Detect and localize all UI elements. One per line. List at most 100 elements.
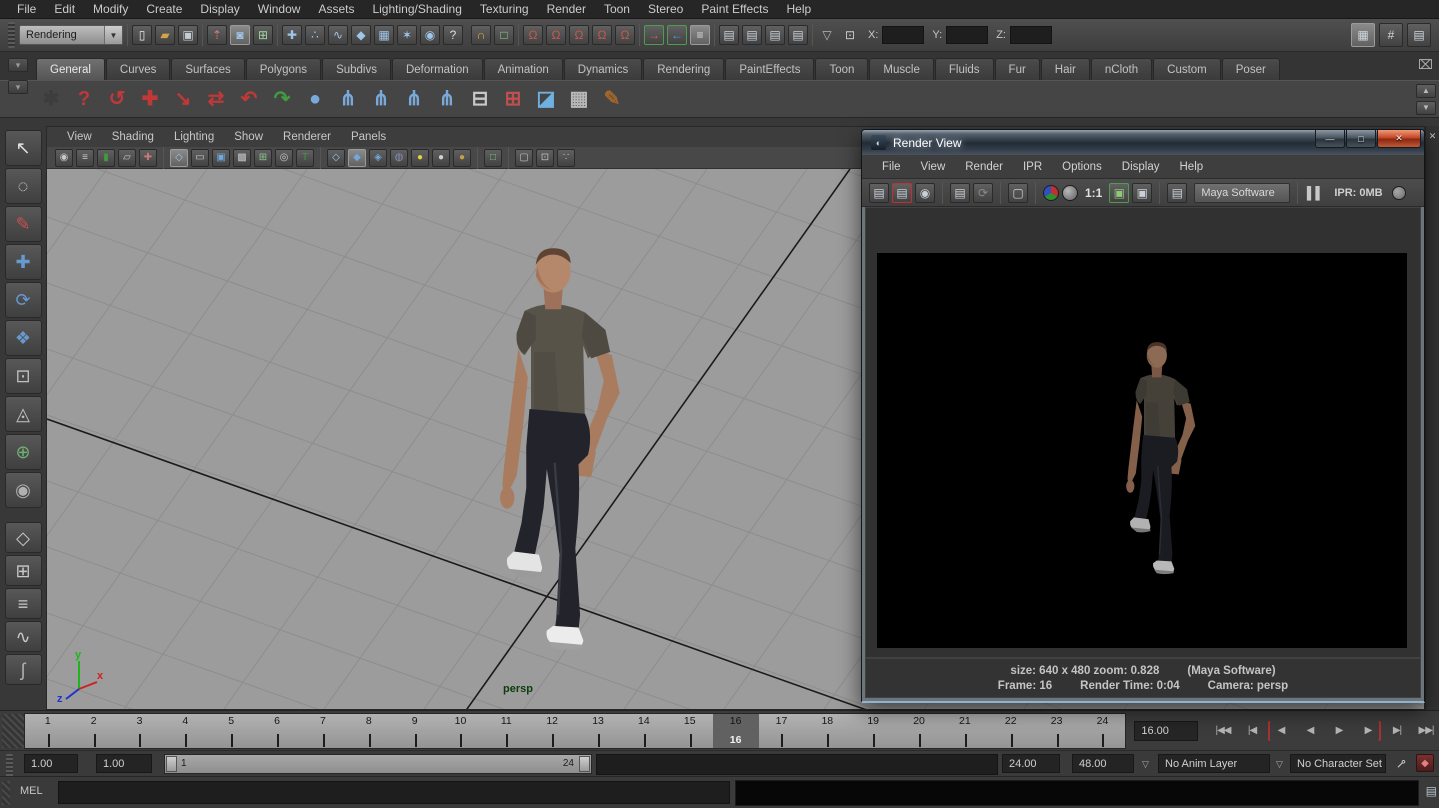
toolbar-grip[interactable] [8,22,15,48]
viewport-menu-show[interactable]: Show [224,131,273,143]
textured-mode-icon[interactable]: ◈ [369,149,387,167]
menu-display[interactable]: Display [191,2,248,16]
timeline-frame-9[interactable]: 9 [392,714,438,748]
menu-set-dropdown-icon[interactable]: ▼ [104,26,122,44]
isolate-select-icon[interactable]: □ [484,149,502,167]
menu-create[interactable]: Create [137,2,191,16]
render-view-menu-display[interactable]: Display [1112,161,1170,173]
ipr-render-icon[interactable]: ▤ [950,183,970,203]
shelf-tab-poser[interactable]: Poser [1222,58,1280,80]
timeline-frame-19[interactable]: 19 [850,714,896,748]
open-render-settings-icon[interactable]: ▤ [1167,183,1187,203]
timeline-frame-13[interactable]: 13 [575,714,621,748]
timeline-frame-14[interactable]: 14 [621,714,667,748]
render-current-frame-icon[interactable]: ▤ [892,183,912,203]
step-forward-frame-button[interactable]: ▶ [1355,721,1381,741]
menu-toon[interactable]: Toon [595,2,639,16]
wireframe-mode-icon[interactable]: ◇ [327,149,345,167]
timeline-frame-22[interactable]: 22 [988,714,1034,748]
animation-start-field[interactable] [24,754,78,773]
open-render-view-icon[interactable]: ▤ [719,25,739,45]
character-set-dropdown-icon[interactable]: ▽ [1276,759,1283,770]
character-model[interactable] [455,241,645,653]
menu-lighting-shading[interactable]: Lighting/Shading [363,2,470,16]
redo-previous-render-icon[interactable]: ▤ [869,183,889,203]
keep-image-icon[interactable]: ▣ [1109,183,1129,203]
unparent-icon[interactable]: ⋔ [432,83,462,115]
shelf-tab-toon[interactable]: Toon [815,58,868,80]
timeline-frame-11[interactable]: 11 [483,714,529,748]
shelf-tab-ncloth[interactable]: nCloth [1091,58,1152,80]
last-tool-icon[interactable]: ◉ [5,472,42,508]
all-lights-icon[interactable]: ● [411,149,429,167]
anim-layer-field[interactable]: No Anim Layer [1158,754,1270,773]
refresh-ipr-icon[interactable]: ⟳ [973,183,993,203]
menu-stereo[interactable]: Stereo [639,2,692,16]
render-view-menu-render[interactable]: Render [955,161,1013,173]
help-icon[interactable]: ? [69,83,99,115]
timeline-frame-15[interactable]: 15 [667,714,713,748]
wireframe-on-shaded-icon[interactable]: ⊡ [536,149,554,167]
timeline-frame-16[interactable]: 1616 [713,714,759,748]
minimize-button[interactable]: — [1315,130,1345,148]
move-tool-icon[interactable]: ✚ [5,244,42,280]
shelf-tab-rendering[interactable]: Rendering [643,58,724,80]
parent-icon[interactable]: ⋔ [366,83,396,115]
tool-settings-toggle[interactable]: # [1379,23,1403,47]
real-size-label[interactable]: 1:1 [1085,186,1102,200]
rgb-channels-icon[interactable] [1043,185,1059,201]
timeline-frame-18[interactable]: 18 [804,714,850,748]
viewport-menu-panels[interactable]: Panels [341,131,396,143]
current-time-field[interactable]: 16.00 [1134,721,1198,741]
render-view-menu-options[interactable]: Options [1052,161,1112,173]
viewport-menu-lighting[interactable]: Lighting [164,131,224,143]
timeline-frame-8[interactable]: 8 [346,714,392,748]
menu-help[interactable]: Help [778,2,821,16]
camera-zoom-icon[interactable]: ⇄ [201,83,231,115]
timeline-frame-3[interactable]: 3 [117,714,163,748]
y-coordinate-input[interactable] [946,26,988,44]
attribute-editor-toggle[interactable]: ▦ [1351,23,1375,47]
shelf-tab-fluids[interactable]: Fluids [935,58,994,80]
paint-select-tool-icon[interactable]: ✎ [5,206,42,242]
time-slider-grip[interactable] [2,714,24,748]
rotate-tool-icon[interactable]: ⟳ [5,282,42,318]
timeline-frame-1[interactable]: 1 [25,714,71,748]
shelf-tab-general[interactable]: General [36,58,105,80]
timeline-frame-2[interactable]: 2 [71,714,117,748]
select-rendering-mask-icon[interactable]: ◉ [420,25,440,45]
paint-effects-panel-icon[interactable]: ʃ [5,654,42,685]
timeline-frame-23[interactable]: 23 [1034,714,1080,748]
shelf-tab-muscle[interactable]: Muscle [869,58,933,80]
shelf-tab-dynamics[interactable]: Dynamics [564,58,642,80]
menu-render[interactable]: Render [538,2,595,16]
render-region-icon[interactable]: ▢ [1008,183,1028,203]
grid-toggle-icon[interactable]: ◇ [170,149,188,167]
input-connections-icon[interactable]: → [644,25,664,45]
step-forward-key-button[interactable]: ▶| [1384,721,1410,741]
new-scene-icon[interactable]: ▯ [132,25,152,45]
viewport-renderer-icon[interactable]: ∵ [557,149,575,167]
close-button[interactable]: ✕ [1377,130,1421,148]
field-chart-icon[interactable]: ⊞ [254,149,272,167]
select-tool-icon[interactable]: ↖ [5,130,42,166]
play-backwards-button[interactable]: ◀ [1297,721,1323,741]
playback-end-field[interactable] [1002,754,1060,773]
channel-box-toggle[interactable]: ▤ [1407,23,1431,47]
ungroup-icon[interactable]: ⋔ [399,83,429,115]
step-back-key-button[interactable]: |◀ [1239,721,1265,741]
menu-set-selector[interactable]: Rendering ▼ [19,25,123,45]
play-forwards-button[interactable]: ▶ [1326,721,1352,741]
timeline-frame-7[interactable]: 7 [300,714,346,748]
viewport-menu-renderer[interactable]: Renderer [273,131,341,143]
command-input[interactable] [58,781,730,804]
open-scene-icon[interactable]: ▰ [155,25,175,45]
shelf-tab-subdivs[interactable]: Subdivs [322,58,391,80]
anim-layer-dropdown-icon[interactable]: ▽ [1142,759,1149,770]
viewport-menu-shading[interactable]: Shading [102,131,164,143]
playback-start-field[interactable] [96,754,152,773]
menu-assets[interactable]: Assets [309,2,363,16]
render-current-frame-icon[interactable]: ▤ [742,25,762,45]
viewport-menu-view[interactable]: View [57,131,102,143]
layout-single-icon[interactable]: ◇ [5,522,42,553]
